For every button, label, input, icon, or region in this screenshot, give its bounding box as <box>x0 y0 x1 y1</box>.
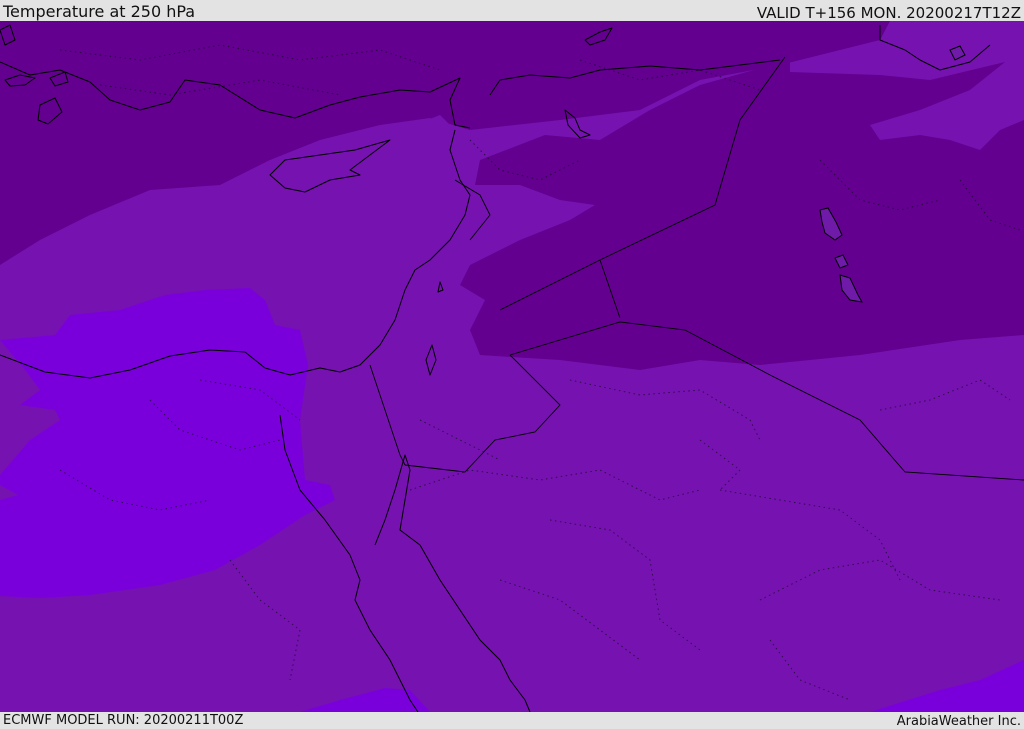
model-run-label: ECMWF MODEL RUN: 20200211T00Z <box>3 713 244 728</box>
valid-time: VALID T+156 MON. 20200217T12Z <box>756 4 1021 22</box>
map-svg <box>0 21 1024 712</box>
footer-bar: ECMWF MODEL RUN: 20200211T00Z ArabiaWeat… <box>0 712 1024 729</box>
weather-map <box>0 21 1024 712</box>
map-title: Temperature at 250 hPa <box>3 2 196 21</box>
brand-label: ArabiaWeather Inc. <box>896 714 1021 729</box>
header-bar: Temperature at 250 hPa VALID T+156 MON. … <box>0 0 1024 21</box>
